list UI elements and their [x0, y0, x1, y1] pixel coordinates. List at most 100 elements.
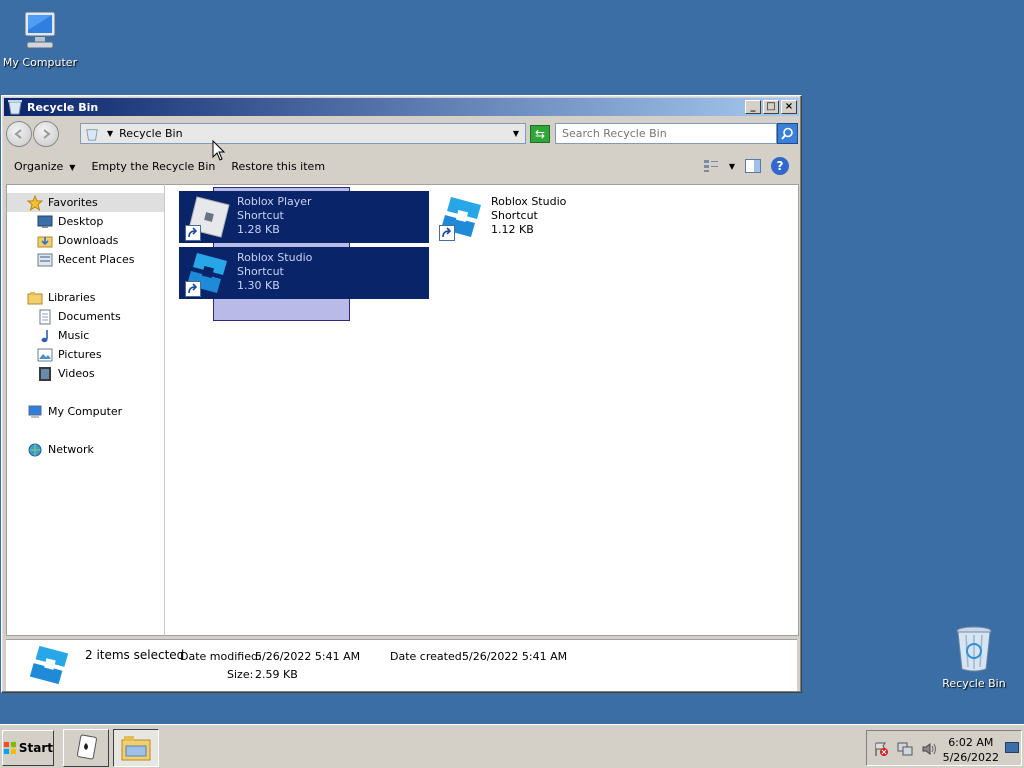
recycle-bin-icon	[956, 626, 992, 672]
taskbar-app-solitaire[interactable]	[63, 729, 109, 767]
explorer-window: Recycle Bin _ □ × ▼ Recycle Bin ▼ ⇆ Orga…	[1, 95, 802, 693]
taskbar: Start 6:02 AM 5/26/2022	[0, 724, 1024, 768]
file-size: 1.28 KB	[237, 223, 280, 236]
file-list: Roblox Player Shortcut 1.28 KB Roblox St…	[165, 184, 799, 636]
roblox-studio-icon	[437, 193, 485, 241]
roblox-studio-icon	[29, 645, 69, 685]
file-size: 1.30 KB	[237, 279, 280, 292]
computer-icon	[24, 11, 56, 49]
restore-item-button[interactable]: Restore this item	[223, 156, 333, 178]
windows-logo-icon	[3, 741, 16, 755]
window-controls: _ □ ×	[743, 100, 797, 114]
nav-network[interactable]: Network	[7, 440, 164, 459]
nav-music[interactable]: Music	[7, 326, 164, 345]
show-desktop-icon[interactable]	[1005, 741, 1019, 755]
address-bar-row: ▼ Recycle Bin ▼ ⇆	[6, 120, 798, 148]
nav-pictures[interactable]: Pictures	[7, 345, 164, 364]
maximize-button[interactable]: □	[763, 100, 779, 114]
help-button[interactable]: ?	[771, 157, 789, 175]
music-icon	[41, 329, 48, 342]
views-icon[interactable]	[703, 159, 719, 173]
empty-recycle-bin-button[interactable]: Empty the Recycle Bin	[83, 156, 223, 178]
nav-label: Network	[48, 443, 94, 456]
refresh-button[interactable]: ⇆	[530, 125, 550, 143]
desktop-icon-recycle-bin[interactable]: Recycle Bin	[934, 625, 1014, 690]
address-dropdown-icon[interactable]: ▼	[513, 129, 519, 138]
breadcrumb-chevron-icon[interactable]: ▼	[107, 129, 113, 138]
shortcut-arrow-icon	[185, 225, 201, 241]
search-icon	[781, 127, 793, 140]
network-icon	[28, 443, 42, 456]
file-size: 1.12 KB	[491, 223, 534, 236]
arrow-right-icon	[43, 129, 51, 139]
organize-button[interactable]: Organize ▼	[6, 156, 83, 178]
network-status-icon[interactable]	[897, 741, 913, 757]
clock-time: 6:02 AM	[948, 736, 994, 749]
file-item[interactable]: Roblox Studio Shortcut 1.30 KB	[179, 247, 429, 299]
date-modified-value: 5/26/2022 5:41 AM	[255, 650, 361, 663]
file-meta: Roblox Studio Shortcut 1.30 KB	[237, 251, 312, 293]
desktop-icon	[37, 215, 53, 228]
playing-card-icon	[77, 734, 97, 760]
nav-recent-places[interactable]: Recent Places	[7, 250, 164, 269]
nav-label: Pictures	[58, 348, 102, 361]
forward-button[interactable]	[33, 121, 59, 147]
computer-icon	[28, 405, 42, 418]
organize-label: Organize	[14, 160, 64, 173]
nav-desktop[interactable]: Desktop	[7, 212, 164, 231]
recent-places-icon	[37, 253, 53, 266]
file-item[interactable]: Roblox Studio Shortcut 1.12 KB	[433, 191, 683, 243]
roblox-player-icon	[183, 193, 231, 241]
recycle-bin-icon	[8, 100, 22, 115]
file-type: Shortcut	[237, 265, 284, 278]
details-pane: 2 items selected Date modified: 5/26/202…	[6, 639, 797, 691]
taskbar-app-explorer[interactable]	[113, 729, 159, 767]
clock[interactable]: 6:02 AM 5/26/2022	[943, 735, 999, 765]
nav-videos[interactable]: Videos	[7, 364, 164, 383]
date-created-label: Date created:	[390, 650, 466, 663]
desktop-icon-label: Recycle Bin	[942, 677, 1006, 690]
address-path: Recycle Bin	[119, 127, 183, 140]
libraries-icon	[27, 291, 43, 304]
file-item[interactable]: Roblox Player Shortcut 1.28 KB	[179, 191, 429, 243]
desktop-icon-my-computer[interactable]: My Computer	[0, 10, 80, 69]
start-button[interactable]: Start	[2, 730, 54, 766]
view-controls: ▼ ?	[703, 157, 789, 175]
title-bar[interactable]: Recycle Bin _ □ ×	[4, 98, 799, 116]
shortcut-arrow-icon	[439, 225, 455, 241]
nav-label: Libraries	[48, 291, 96, 304]
nav-label: Desktop	[58, 215, 104, 228]
action-center-flag-icon[interactable]	[873, 741, 889, 757]
shortcut-arrow-icon	[185, 281, 201, 297]
search-button[interactable]	[777, 123, 798, 144]
roblox-studio-icon	[183, 249, 231, 297]
volume-icon[interactable]	[921, 741, 937, 757]
nav-label: Documents	[58, 310, 121, 323]
nav-libraries[interactable]: Libraries	[7, 288, 164, 307]
nav-label: Recent Places	[58, 253, 135, 266]
mouse-cursor-icon	[212, 140, 226, 161]
recycle-bin-icon	[86, 128, 98, 141]
search-input[interactable]	[555, 123, 777, 144]
nav-my-computer[interactable]: My Computer	[7, 402, 164, 421]
address-field[interactable]: ▼ Recycle Bin ▼	[80, 123, 526, 144]
chevron-down-icon: ▼	[69, 163, 76, 172]
star-icon	[27, 194, 43, 211]
file-name: Roblox Studio	[237, 251, 313, 264]
nav-favorites[interactable]: Favorites	[7, 193, 164, 212]
nav-downloads[interactable]: Downloads	[7, 231, 164, 250]
back-button[interactable]	[6, 121, 32, 147]
views-dropdown-icon[interactable]: ▼	[729, 162, 735, 171]
date-created-value: 5/26/2022 5:41 AM	[462, 650, 568, 663]
documents-icon	[39, 309, 51, 324]
command-bar: Organize ▼ Empty the Recycle Bin Restore …	[6, 153, 797, 181]
arrow-left-icon	[14, 129, 22, 139]
folder-icon	[121, 736, 151, 761]
close-button[interactable]: ×	[781, 100, 797, 114]
nav-documents[interactable]: Documents	[7, 307, 164, 326]
file-name: Roblox Player	[237, 195, 312, 208]
selection-count: 2 items selected	[85, 648, 185, 662]
clock-date: 5/26/2022	[942, 751, 999, 764]
minimize-button[interactable]: _	[745, 100, 761, 114]
preview-pane-icon[interactable]	[745, 159, 761, 173]
